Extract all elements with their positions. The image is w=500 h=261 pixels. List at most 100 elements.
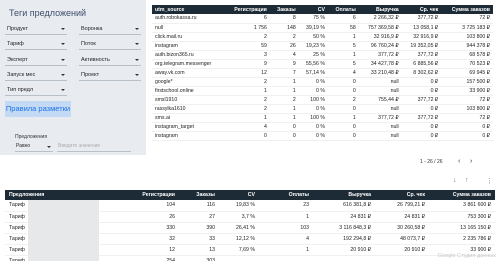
filter-dropdown-expert[interactable]: Эксперт	[5, 55, 67, 66]
table-cell: 20 910 ₽	[313, 244, 375, 256]
table-cell: 4	[328, 68, 359, 78]
table-cell: 377,72 ₽	[358, 50, 402, 60]
table-cell: 72 ₽	[441, 14, 493, 24]
table-cell: 1	[259, 211, 313, 223]
filter-dropdown-activity[interactable]: Активность	[79, 55, 141, 66]
table-cell: 96 760,24 ₽	[358, 41, 402, 51]
table-cell: 0 ₽	[441, 131, 493, 142]
table-cell: 104	[115, 200, 179, 212]
table-cell: 0	[328, 104, 359, 115]
column-header[interactable]: Выручка	[313, 190, 375, 200]
table-cell: 72 ₽	[441, 113, 493, 124]
table-cell: 1	[224, 86, 270, 96]
filter-dropdown-product[interactable]: Продукт	[5, 24, 67, 35]
filter-dropdown-offer-type[interactable]: Тип предл	[5, 85, 67, 96]
table-cell: 68 578 ₽	[441, 50, 493, 60]
table-row[interactable]: auth.bizon365.ru 3 4 25 % 1 377,72 ₽377,72 ₽6…	[152, 50, 493, 60]
table-cell: 27	[179, 211, 219, 223]
column-header[interactable]: Регистрации	[115, 190, 179, 200]
chevron-down-icon	[61, 28, 65, 30]
table-cell: 33 900 ₽	[441, 86, 493, 96]
column-header[interactable]: Заказы	[179, 190, 219, 200]
table-cell: 24 831 ₽	[375, 211, 429, 223]
table-cell: null	[358, 86, 402, 96]
column-header[interactable]: CV	[219, 190, 259, 200]
table-cell: 19,83 %	[219, 200, 259, 212]
table-cell: 12	[115, 244, 179, 256]
table-row[interactable]: auth.robokassa.ru 6 8 75 % 6 2 266,32 ₽377,72…	[152, 14, 493, 24]
table-row[interactable]: firstschool.online 1 1 0 % 0 null 0 ₽33 900 ₽	[152, 86, 493, 96]
table-cell: 12,12 %	[219, 233, 259, 245]
table-row[interactable]: instagram 59 26 19,23 % 5 96 760,24 ₽19 352,0…	[152, 41, 493, 51]
table-cell: 0	[269, 122, 299, 133]
table-row[interactable]: instagram_target 4 0 0 % 0 null 0 ₽0 ₽	[152, 122, 493, 133]
prev-page-icon[interactable]: ‹	[458, 158, 460, 165]
table-cell: 1	[269, 113, 299, 124]
table-cell: 100 %	[298, 95, 328, 105]
table-cell: null	[358, 122, 402, 133]
table-cell: 2	[224, 95, 270, 105]
table-row[interactable]: null 1 756 148 39,19 % 58 757 369,58 ₽13 058,…	[152, 23, 493, 33]
column-header[interactable]: Выручка	[358, 5, 402, 14]
placement-operator-select[interactable]: Равно	[15, 142, 53, 152]
table-cell: 4	[269, 50, 299, 60]
table-cell: 2	[224, 32, 270, 42]
table-cell: 39,19 %	[298, 23, 328, 33]
table-cell: 26,41 %	[219, 222, 259, 234]
table-cell: 4	[224, 122, 270, 133]
filter-dropdown-stream[interactable]: Поток	[79, 39, 141, 50]
table-row[interactable]: sms.ai 1 1 100 % 1 377,72 ₽377,72 ₽72 ₽	[152, 113, 493, 124]
column-header[interactable]: Ср. чек	[401, 5, 442, 14]
column-header[interactable]: CV	[298, 5, 328, 14]
filter-dropdown-project[interactable]: Проект	[79, 70, 141, 81]
column-header[interactable]: Оплаты	[328, 5, 359, 14]
table-cell: 0 %	[298, 131, 328, 142]
table-row[interactable]: click.mail.ru 2 2 50 % 1 32 916,9 ₽32 916,9 ₽…	[152, 32, 493, 42]
column-header[interactable]: Оплаты	[259, 190, 313, 200]
table-cell: 12	[224, 68, 270, 78]
pagination-status: 1 - 26 / 26	[420, 159, 443, 165]
filter-dropdown-tariff[interactable]: Тариф	[5, 39, 67, 50]
next-page-icon[interactable]: ›	[470, 158, 472, 165]
table-row[interactable]: rassylka1610 2 1 0 % 0 null 0 ₽103 800 ₽	[152, 104, 493, 115]
table-cell: null	[358, 77, 402, 87]
more-options-icon[interactable]: ⋮	[486, 177, 493, 185]
table-row[interactable]: google* 2 1 0 % 0 null 0 ₽157 500 ₽	[152, 77, 493, 87]
column-header[interactable]: utm_source	[152, 5, 225, 14]
table-row[interactable]: smsl1910 2 2 100 % 2 755,44 ₽377,72 ₽72 ₽	[152, 95, 493, 105]
column-header[interactable]: Сумма заказов	[429, 190, 495, 200]
table-row[interactable]: away.vk.com 12 7 57,14 % 4 33 210,48 ₽8 302,6…	[152, 68, 493, 78]
markup-rules-button[interactable]: Правила разметки	[5, 101, 71, 117]
table-cell: 6	[224, 14, 270, 24]
table-cell: 3 116 848,3 ₽	[313, 222, 375, 234]
sort-up-icon[interactable]: ↑	[465, 177, 469, 184]
table-cell: 944 378 ₽	[441, 41, 493, 51]
table-cell: 303	[179, 255, 219, 261]
table-row[interactable]: instagram 0 0 0 % 0 null 0 ₽0 ₽	[152, 131, 493, 142]
table-cell: 0 ₽	[401, 131, 442, 142]
filter-dropdown-funnel[interactable]: Воронка	[79, 24, 141, 35]
table-cell: 2	[224, 104, 270, 115]
column-header[interactable]: Сумма заказов	[441, 5, 493, 14]
column-header[interactable]: Ср. чек	[375, 190, 429, 200]
chevron-down-icon	[61, 59, 65, 61]
table-cell: 33	[179, 233, 219, 245]
table-cell: 1	[328, 32, 359, 42]
table-row[interactable]: org.telegram.messenger 9 9 55,56 % 5 34 427,7…	[152, 59, 493, 69]
table-cell: 3 725 183 ₽	[441, 23, 493, 33]
filter-dropdown-launch-month[interactable]: Запуск мес	[5, 70, 67, 81]
table-cell: 2	[269, 95, 299, 105]
table-cell: sms.ai	[152, 113, 225, 124]
table-cell: 377,72 ₽	[401, 14, 442, 24]
placement-value-input[interactable]: Введите значение	[57, 142, 131, 152]
column-header[interactable]: Регистрации	[224, 5, 270, 14]
table-cell: null	[358, 104, 402, 115]
sort-down-icon[interactable]: ↓	[453, 177, 457, 184]
table-cell: ...	[219, 255, 259, 261]
column-header[interactable]: Заказы	[269, 5, 299, 14]
table-cell: 377,72 ₽	[401, 50, 442, 60]
column-header[interactable]: Предложения	[5, 190, 115, 200]
watermark: Google Студия данных	[437, 253, 496, 259]
chevron-down-icon	[135, 43, 139, 45]
table-cell: null	[152, 23, 225, 33]
